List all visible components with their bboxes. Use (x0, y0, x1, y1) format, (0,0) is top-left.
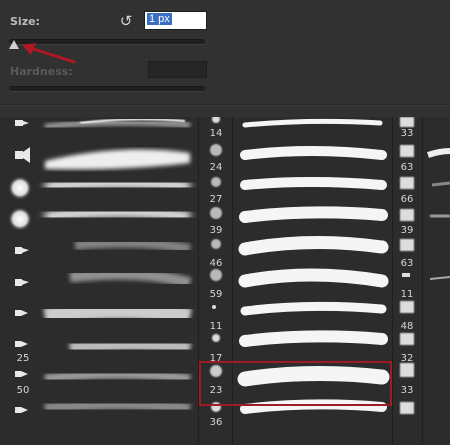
column-separator (392, 117, 393, 445)
brush-size-number: 33 (400, 385, 414, 396)
brush-size-number: 11 (209, 321, 223, 332)
brush-preset-panel: Size: ↺ 1 px Hardness: 25 50 14 24 27 39… (0, 0, 450, 445)
brush-size-number: 39 (400, 225, 414, 236)
brush-size-number: 63 (400, 162, 414, 173)
panel-divider (0, 104, 450, 106)
brush-size-number: 36 (209, 417, 223, 428)
brush-size-number: 48 (400, 321, 414, 332)
brush-size-number: 46 (209, 258, 223, 269)
brush-size-number: 24 (209, 162, 223, 173)
brush-size-number: 59 (209, 289, 223, 300)
size-value: 1 px (147, 13, 172, 25)
brush-size-number: 11 (400, 289, 414, 300)
selected-brush-highlight[interactable] (199, 361, 392, 406)
brush-strokes-col3 (427, 148, 450, 280)
brush-size-number: 27 (209, 194, 223, 205)
brush-strokes-col1 (43, 118, 192, 415)
hardness-input[interactable] (148, 61, 207, 78)
column-separator (422, 117, 423, 445)
brush-size-number: 63 (400, 258, 414, 269)
brush-size-number: 66 (400, 194, 414, 205)
size-label: Size: (10, 15, 40, 28)
reset-icon[interactable]: ↺ (117, 12, 135, 30)
hardness-slider-track[interactable] (9, 86, 205, 92)
brush-size-number: 33 (400, 128, 414, 139)
brush-size-number: 14 (209, 128, 223, 139)
brush-size-number: 50 (16, 385, 30, 396)
annotation-arrow-icon (22, 43, 76, 64)
size-input[interactable]: 1 px (144, 11, 207, 30)
brush-size-number: 39 (209, 225, 223, 236)
brush-size-number: 32 (400, 353, 414, 364)
brush-size-number: 25 (16, 353, 30, 364)
brush-tip-icons (8, 120, 32, 413)
